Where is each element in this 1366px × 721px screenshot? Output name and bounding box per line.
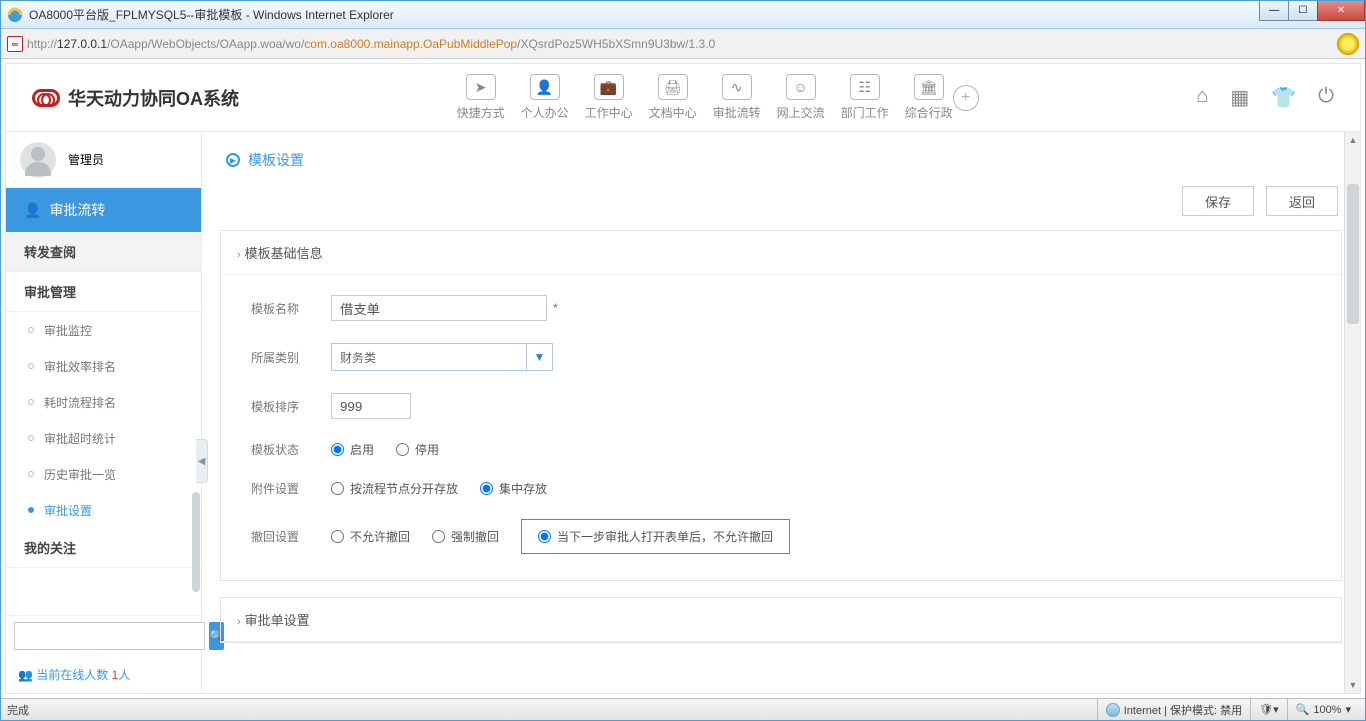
top-navbar: 华天动力协同OA系统 ➤快捷方式 👤个人办公 💼工作中心 🖨文档中心 ∿审批流转 ☺网上交… — [6, 64, 1360, 132]
nav-icon: ☷ — [850, 74, 880, 100]
minimize-button[interactable]: — — [1259, 1, 1289, 21]
sidebar-item-1[interactable]: 审批效率排名 — [6, 348, 201, 384]
label-category: 所属类别 — [251, 349, 331, 366]
required-mark: * — [553, 301, 558, 315]
compat-view-icon[interactable] — [1337, 33, 1359, 55]
scroll-up-icon[interactable]: ▲ — [1345, 132, 1360, 148]
sidebar-collapse-toggle[interactable]: ◀ — [196, 439, 208, 483]
user-icon: 👤 — [24, 202, 41, 219]
sidebar-search-input[interactable] — [14, 622, 205, 650]
nav-item-6[interactable]: ☷部门工作 — [841, 74, 889, 121]
label-recall: 撤回设置 — [251, 528, 331, 545]
nav-item-4[interactable]: ∿审批流转 — [713, 74, 761, 121]
bullet-icon — [28, 507, 34, 513]
apps-icon[interactable]: ▦ — [1230, 85, 1249, 110]
status-done: 完成 — [7, 702, 29, 718]
sidebar-user[interactable]: 管理员 — [6, 132, 201, 188]
nav-item-1[interactable]: 👤个人办公 — [521, 74, 569, 121]
panel-basic-info: ›模板基础信息 模板名称 * 所属类别 财务类 — [220, 230, 1342, 581]
app-logo: 华天动力协同OA系统 — [32, 85, 239, 111]
back-button[interactable]: 返回 — [1266, 186, 1338, 216]
add-nav-button[interactable]: + — [953, 85, 979, 111]
content-scrollbar[interactable]: ▲ ▼ — [1344, 132, 1360, 693]
input-template-name[interactable] — [331, 295, 547, 321]
sidebar-section-approval-mgmt[interactable]: 审批管理 — [6, 272, 201, 312]
sidebar: 管理员 👤 审批流转 转发查阅 审批管理 审批监控审批效率排名耗时流程排名审批超… — [6, 132, 202, 693]
sidebar-item-0[interactable]: 审批监控 — [6, 312, 201, 348]
select-category[interactable]: 财务类 ▼ — [331, 343, 553, 371]
status-zoom[interactable]: 🔍 100% ▾ — [1287, 699, 1359, 720]
panel-approval-form: ›审批单设置 — [220, 597, 1342, 643]
radio-recall-force[interactable]: 强制撤回 — [432, 528, 499, 545]
label-attachment: 附件设置 — [251, 480, 331, 497]
label-status: 模板状态 — [251, 441, 331, 458]
ie-icon — [7, 7, 23, 23]
radio-status-enable[interactable]: 启用 — [331, 441, 374, 458]
scroll-thumb[interactable] — [1347, 184, 1359, 324]
chevron-down-icon: ▼ — [526, 344, 552, 370]
scroll-down-icon[interactable]: ▼ — [1345, 677, 1360, 693]
nav-item-7[interactable]: 🏛综合行政 — [905, 74, 953, 121]
panel-approval-title[interactable]: ›审批单设置 — [221, 598, 1341, 642]
shirt-icon[interactable]: 👕 — [1271, 85, 1296, 110]
bullet-icon — [28, 327, 34, 333]
home-icon[interactable]: ⌂ — [1196, 85, 1208, 110]
bullet-icon — [28, 363, 34, 369]
panel-basic-title[interactable]: ›模板基础信息 — [221, 231, 1341, 275]
site-icon: ∞ — [7, 36, 23, 52]
nav-icon: ∿ — [722, 74, 752, 100]
status-protected-mode-icon[interactable]: 🛡▾ — [1250, 699, 1287, 720]
status-bar: 完成 Internet | 保护模式: 禁用 🛡▾ 🔍 100% ▾ — [1, 698, 1365, 720]
nav-item-3[interactable]: 🖨文档中心 — [649, 74, 697, 121]
radio-attach-central[interactable]: 集中存放 — [480, 480, 547, 497]
nav-item-5[interactable]: ☺网上交流 — [777, 74, 825, 121]
panel-header-icon: ▶ — [226, 153, 240, 167]
sidebar-scrollbar[interactable] — [192, 492, 200, 592]
bullet-icon — [28, 435, 34, 441]
url-text[interactable]: http://127.0.0.1/OAapp/WebObjects/OAapp.… — [27, 37, 1337, 51]
logo-text: 华天动力协同OA系统 — [68, 85, 239, 111]
avatar-icon — [20, 142, 56, 178]
close-button[interactable]: ✕ — [1317, 1, 1365, 21]
main-content: ▶ 模板设置 保存 返回 ›模板基础信息 模板名称 * — [202, 132, 1360, 693]
radio-attach-split[interactable]: 按流程节点分开存放 — [331, 480, 458, 497]
nav-icon: 👤 — [530, 74, 560, 100]
maximize-button[interactable]: ☐ — [1288, 1, 1318, 21]
label-order: 模板排序 — [251, 398, 331, 415]
globe-icon — [1106, 703, 1120, 717]
user-name: 管理员 — [68, 151, 104, 168]
sidebar-item-3[interactable]: 审批超时统计 — [6, 420, 201, 456]
window-title: OA8000平台版_FPLMYSQL5--审批模板 - Windows Inte… — [29, 6, 394, 23]
input-order[interactable] — [331, 393, 411, 419]
power-icon[interactable]: ⏻ — [1318, 85, 1334, 110]
sidebar-item-5[interactable]: 审批设置 — [6, 492, 201, 528]
nav-icon: ➤ — [466, 74, 496, 100]
sidebar-section-follow[interactable]: 我的关注 — [6, 528, 201, 568]
sidebar-section-forward[interactable]: 转发查阅 — [6, 232, 201, 272]
logo-icon — [32, 89, 60, 107]
nav-item-0[interactable]: ➤快捷方式 — [457, 74, 505, 121]
radio-recall-deny[interactable]: 不允许撤回 — [331, 528, 410, 545]
label-template-name: 模板名称 — [251, 300, 331, 317]
bullet-icon — [28, 471, 34, 477]
address-bar: ∞ http://127.0.0.1/OAapp/WebObjects/OAap… — [1, 29, 1365, 59]
nav-icon: 🖨 — [658, 74, 688, 100]
nav-icon: ☺ — [786, 74, 816, 100]
radio-recall-conditional[interactable]: 当下一步审批人打开表单后，不允许撤回 — [521, 519, 790, 554]
sidebar-item-2[interactable]: 耗时流程排名 — [6, 384, 201, 420]
nav-icon: 🏛 — [914, 74, 944, 100]
status-security[interactable]: Internet | 保护模式: 禁用 — [1097, 699, 1250, 720]
sidebar-active-module[interactable]: 👤 审批流转 — [6, 188, 201, 232]
nav-icon: 💼 — [594, 74, 624, 100]
panel-header: ▶ 模板设置 — [220, 142, 1360, 186]
sidebar-item-4[interactable]: 历史审批一览 — [6, 456, 201, 492]
online-count: 👥 当前在线人数 1人 — [6, 656, 201, 693]
bullet-icon — [28, 399, 34, 405]
nav-item-2[interactable]: 💼工作中心 — [585, 74, 633, 121]
window-titlebar: OA8000平台版_FPLMYSQL5--审批模板 - Windows Inte… — [1, 1, 1365, 29]
save-button[interactable]: 保存 — [1182, 186, 1254, 216]
radio-status-disable[interactable]: 停用 — [396, 441, 439, 458]
